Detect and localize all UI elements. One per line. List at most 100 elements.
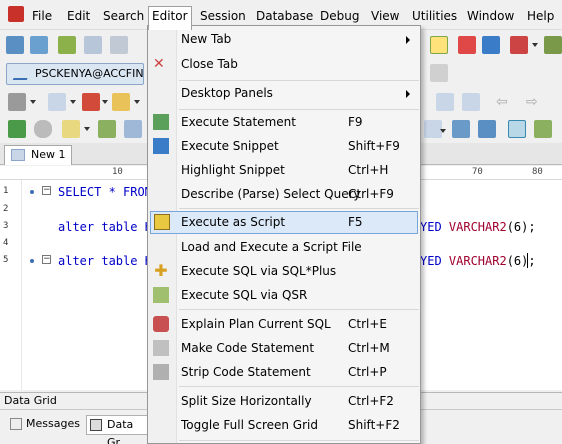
- run-icon[interactable]: [8, 120, 26, 138]
- menu-item-execute-sqlplus[interactable]: ✚ Execute SQL via SQL*Plus: [150, 260, 418, 283]
- menu-separator: [179, 109, 419, 110]
- menu-item-new-tab[interactable]: New Tab: [150, 28, 418, 51]
- menu-help[interactable]: Help: [524, 7, 557, 25]
- submenu-arrow-icon: [406, 36, 410, 44]
- menu-separator: [179, 386, 419, 387]
- code-line-5-end: YED VARCHAR2(6);: [420, 254, 536, 268]
- grid-icon: [90, 419, 102, 431]
- session-button[interactable]: PSCKENYA@ACCFIN: [6, 63, 144, 85]
- execute-icon[interactable]: [8, 93, 26, 111]
- chevron-down-icon[interactable]: [440, 129, 446, 133]
- chevron-down-icon[interactable]: [84, 127, 90, 131]
- chevron-down-icon[interactable]: [70, 100, 76, 104]
- menu-file[interactable]: File: [29, 7, 55, 25]
- menu-view[interactable]: View: [368, 7, 402, 25]
- menu-item-execute-snippet[interactable]: Execute Snippet Shift+F9: [150, 135, 418, 158]
- commit-icon[interactable]: [124, 120, 142, 138]
- menu-editor[interactable]: Editor: [148, 6, 192, 30]
- export-icon[interactable]: [482, 36, 500, 54]
- new-connection-icon[interactable]: [6, 36, 24, 54]
- menu-separator: [179, 440, 419, 441]
- options-icon[interactable]: [544, 36, 562, 54]
- menu-window[interactable]: Window: [464, 7, 517, 25]
- chevron-down-icon[interactable]: [134, 100, 140, 104]
- menu-search[interactable]: Search: [100, 7, 147, 25]
- line-number: 2: [3, 204, 9, 214]
- open-file-icon[interactable]: [112, 93, 130, 111]
- menu-utilities[interactable]: Utilities: [409, 7, 460, 25]
- code-line-1: SELECT * FROM: [58, 185, 152, 199]
- chevron-down-icon[interactable]: [30, 100, 36, 104]
- menu-edit[interactable]: Edit: [64, 7, 93, 25]
- menu-item-split-size[interactable]: Split Size Horizontally Ctrl+F2: [150, 390, 418, 413]
- editor-menu: New Tab ✕ Close Tab Desktop Panels Execut…: [147, 25, 421, 444]
- line-number: 5: [3, 255, 9, 265]
- menu-item-strip-code[interactable]: Strip Code Statement Ctrl+P: [150, 361, 418, 384]
- strip-code-icon: [153, 364, 169, 380]
- fold-toggle[interactable]: −: [42, 186, 51, 195]
- forward-icon[interactable]: ⇨: [526, 93, 544, 111]
- sql-query-icon[interactable]: [462, 93, 480, 111]
- menu-debug[interactable]: Debug: [317, 7, 362, 25]
- menu-separator: [179, 80, 419, 81]
- sql-tool-icon[interactable]: [110, 36, 128, 54]
- clear-icon[interactable]: [82, 93, 100, 111]
- sqlplus-icon: ✚: [154, 261, 168, 280]
- menu-separator: [179, 208, 419, 209]
- explain-plan-icon: [153, 316, 169, 332]
- connections-icon[interactable]: [30, 36, 48, 54]
- menu-item-explain-plan[interactable]: Explain Plan Current SQL Ctrl+E: [150, 313, 418, 336]
- ruler-mark: 10: [112, 167, 123, 177]
- messages-icon: [10, 418, 22, 430]
- back-icon[interactable]: ⇦: [496, 93, 514, 111]
- sql-editor-icon[interactable]: [84, 36, 102, 54]
- compare-icon[interactable]: [452, 120, 470, 138]
- code-line-3-end: YED VARCHAR2(6);: [420, 220, 536, 234]
- session-label: PSCKENYA@ACCFIN: [35, 67, 144, 80]
- debug-icon[interactable]: [430, 36, 448, 54]
- query-builder-icon[interactable]: [478, 120, 496, 138]
- autotrace-icon[interactable]: [98, 120, 116, 138]
- menu-item-describe-select[interactable]: Describe (Parse) Select Query Ctrl+F9: [150, 183, 418, 206]
- tab-new-1[interactable]: New 1 *: [4, 145, 72, 179]
- statement-marker: [30, 259, 34, 263]
- ruler-mark: 80: [532, 167, 543, 177]
- menu-item-close-tab[interactable]: ✕ Close Tab: [150, 53, 418, 76]
- fold-toggle[interactable]: −: [42, 255, 51, 264]
- session-options-icon[interactable]: [430, 64, 448, 82]
- line-number: 3: [3, 221, 9, 231]
- tools-icon[interactable]: [510, 36, 528, 54]
- import-icon[interactable]: [458, 36, 476, 54]
- chevron-down-icon[interactable]: [102, 100, 108, 104]
- text-cursor: [527, 253, 528, 268]
- line-number: 1: [3, 186, 9, 196]
- template-icon[interactable]: [508, 120, 526, 138]
- schema-browser-icon[interactable]: [58, 36, 76, 54]
- ruler-mark: 70: [472, 167, 483, 177]
- menu-session[interactable]: Session: [197, 7, 249, 25]
- menu-item-execute-statement[interactable]: Execute Statement F9: [150, 111, 418, 134]
- sql-format-icon[interactable]: [48, 93, 66, 111]
- execute-statement-icon: [153, 114, 169, 130]
- menu-item-highlight-snippet[interactable]: Highlight Snippet Ctrl+H: [150, 159, 418, 182]
- menu-item-execute-qsr[interactable]: Execute SQL via QSR: [150, 284, 418, 307]
- menu-database[interactable]: Database: [253, 7, 316, 25]
- menu-item-desktop-panels[interactable]: Desktop Panels: [150, 82, 418, 105]
- menu-item-execute-as-script[interactable]: Execute as Script F5: [150, 211, 418, 234]
- tab-data-grid[interactable]: Data Gr: [86, 415, 150, 444]
- sql-icon[interactable]: [436, 93, 454, 111]
- submenu-arrow-icon: [406, 90, 410, 98]
- menu-item-toggle-full-screen-grid[interactable]: Toggle Full Screen Grid Shift+F2: [150, 414, 418, 437]
- line-number: 4: [3, 238, 9, 248]
- menu-item-make-code[interactable]: Make Code Statement Ctrl+M: [150, 337, 418, 360]
- code-insight-icon[interactable]: [534, 120, 552, 138]
- explain-icon[interactable]: [62, 120, 80, 138]
- app-icon: [8, 6, 24, 22]
- execute-script-icon: [154, 214, 170, 230]
- stop-icon[interactable]: [34, 120, 52, 138]
- close-tab-icon: ✕: [153, 56, 165, 72]
- chevron-down-icon[interactable]: [532, 43, 538, 47]
- statement-marker: [30, 190, 34, 194]
- tab-messages[interactable]: Messages: [6, 415, 80, 435]
- menu-item-load-execute-script[interactable]: Load and Execute a Script File: [150, 236, 418, 259]
